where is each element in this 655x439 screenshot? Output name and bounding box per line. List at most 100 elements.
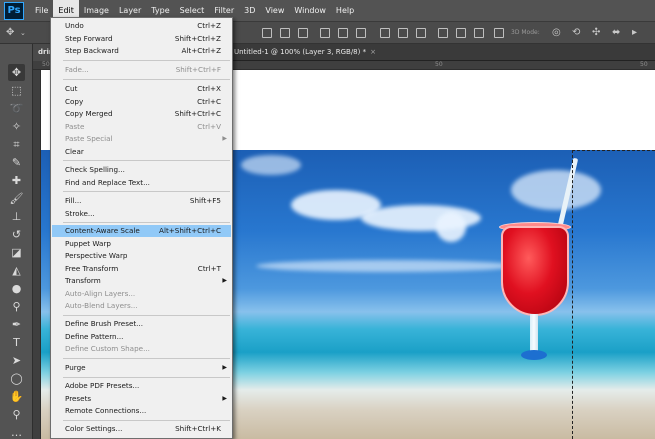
glass-bowl [501,226,569,316]
blur-tool-icon[interactable]: ● [8,280,25,297]
3d-mode-label: 3D Mode: [511,29,540,36]
menu-item-step-forward[interactable]: Step Forward Shift+Ctrl+Z [52,33,231,45]
3d-scale-icon[interactable]: ▸ [632,27,637,39]
zoom-tool-icon[interactable]: ⚲ [8,406,25,423]
menu-item-undo[interactable]: Undo Ctrl+Z [52,20,231,32]
menu-help[interactable]: Help [331,0,359,22]
menu-item-paste-special: Paste Special ▶ [52,133,231,145]
ellipse-tool-icon[interactable]: ◯ [8,370,25,387]
menu-view[interactable]: View [260,0,289,22]
menu-item-content-aware-scale[interactable]: Content-Aware Scale Alt+Shift+Ctrl+C [52,225,231,238]
eraser-tool-icon[interactable]: ◪ [8,244,25,261]
align-bottom-icon[interactable] [298,28,308,38]
menu-item-copy[interactable]: Copy Ctrl+C [52,96,231,108]
menu-item-remote-connections[interactable]: Remote Connections... [52,405,231,417]
menu-item-copy-merged[interactable]: Copy Merged Shift+Ctrl+C [52,108,231,120]
align-left-icon[interactable] [320,28,330,38]
submenu-arrow-icon: ▶ [222,394,227,402]
3d-orbit-icon[interactable]: ◎ [552,27,561,39]
photoshop-logo: Ps [4,1,24,20]
menu-item-color-settings[interactable]: Color Settings... Shift+Ctrl+K [52,423,231,435]
align-hcenter-icon[interactable] [338,28,348,38]
paint-bucket-tool-icon[interactable]: ◭ [8,262,25,279]
menu-item-stroke[interactable]: Stroke... [52,208,231,220]
menu-item-puppet-warp[interactable]: Puppet Warp [52,238,231,250]
align-top-icon[interactable] [262,28,272,38]
menu-item-step-backward[interactable]: Step Backward Alt+Ctrl+Z [52,45,231,57]
more-tools-icon[interactable]: … [8,424,25,439]
history-brush-tool-icon[interactable]: ↺ [8,226,25,243]
align-vcenter-icon[interactable] [280,28,290,38]
submenu-arrow-icon: ▶ [222,364,227,371]
menu-separator [63,315,230,316]
menu-separator [63,222,230,223]
brush-tool-icon[interactable]: 🖌 [8,190,25,207]
selection-marquee-top [572,150,655,151]
menu-item-define-pattern[interactable]: Define Pattern... [52,331,231,343]
distribute-hcenter-icon[interactable] [456,28,466,38]
3d-roll-icon[interactable]: ⟲ [572,27,580,39]
document-tab-untitled[interactable]: Untitled-1 @ 100% (Layer 3, RGB/8) * × [229,44,381,61]
distribute-left-icon[interactable] [438,28,448,38]
menu-separator [63,191,230,192]
menu-item-find-replace[interactable]: Find and Replace Text... [52,177,231,189]
vertical-ruler [33,70,41,439]
healing-brush-tool-icon[interactable]: ✚ [8,172,25,189]
hand-tool-icon[interactable]: ✋ [8,388,25,405]
submenu-arrow-icon: ▶ [222,277,227,284]
move-tool-icon[interactable]: ✥ [8,64,25,81]
chevron-down-icon[interactable]: ⌄ [20,27,26,39]
clone-stamp-tool-icon[interactable]: ⊥ [8,208,25,225]
cocktail-glass [493,156,603,366]
menu-item-perspective-warp[interactable]: Perspective Warp [52,250,231,262]
menu-item-define-shape: Define Custom Shape... [65,344,150,353]
menu-item-define-brush[interactable]: Define Brush Preset... [52,318,231,330]
menu-item-auto-align: Auto-Align Layers... [65,288,136,298]
3d-pan-icon[interactable]: ✣ [592,27,600,39]
menu-separator [63,79,230,80]
menu-separator [63,160,230,161]
path-selection-tool-icon[interactable]: ➤ [8,352,25,369]
distribute-top-icon[interactable] [380,28,390,38]
menu-item-purge[interactable]: Purge ▶ [52,362,231,374]
menu-separator [63,420,230,421]
marquee-tool-icon[interactable]: ⬚ [8,82,25,99]
crop-tool-icon[interactable]: ⌗ [8,136,25,153]
menu-separator [63,377,230,378]
menu-item-clear[interactable]: Clear [52,146,231,158]
lasso-tool-icon[interactable]: ➰ [8,100,25,117]
ruler-label: 50 [42,61,50,68]
align-right-icon[interactable] [356,28,366,38]
eyedropper-tool-icon[interactable]: ✎ [8,154,25,171]
menu-separator [63,60,230,61]
menu-item-presets[interactable]: Presets ▶ [52,393,231,405]
auto-align-icon[interactable] [494,28,504,38]
menu-item-free-transform[interactable]: Free Transform Ctrl+T [52,263,231,275]
3d-slide-icon[interactable]: ⬌ [612,27,620,39]
menu-item-paste: Paste Ctrl+V [65,121,221,131]
ruler-label: 50 [640,61,648,68]
tools-panel: ✥ ⬚ ➰ ✧ ⌗ ✎ ✚ 🖌 ⊥ ↺ ◪ ◭ ● ⚲ ✒ T ➤ ◯ ✋ ⚲ … [0,44,33,439]
distribute-right-icon[interactable] [474,28,484,38]
menu-item-cut[interactable]: Cut Ctrl+X [52,83,231,95]
menu-item-transform[interactable]: Transform ▶ [52,275,231,287]
distribute-vcenter-icon[interactable] [398,28,408,38]
menu-item-check-spelling[interactable]: Check Spelling... [52,164,231,176]
close-icon[interactable]: × [370,48,376,56]
menu-item-pdf-presets[interactable]: Adobe PDF Presets... [52,380,231,392]
selection-marquee-left [572,150,573,439]
magic-wand-tool-icon[interactable]: ✧ [8,118,25,135]
pen-tool-icon[interactable]: ✒ [8,316,25,333]
submenu-arrow-icon: ▶ [222,135,227,142]
move-tool-icon[interactable]: ✥ [6,27,14,39]
distribute-bottom-icon[interactable] [416,28,426,38]
menu-separator [63,358,230,359]
glass-stem [530,314,538,354]
type-tool-icon[interactable]: T [8,334,25,351]
menu-item-fill[interactable]: Fill... Shift+F5 [52,195,231,207]
menu-item-auto-blend: Auto-Blend Layers... [65,301,138,310]
dodge-tool-icon[interactable]: ⚲ [8,298,25,315]
document-tab-label: Untitled-1 @ 100% (Layer 3, RGB/8) * [234,48,367,56]
menu-3d[interactable]: 3D [239,0,260,22]
menu-window[interactable]: Window [289,0,331,22]
